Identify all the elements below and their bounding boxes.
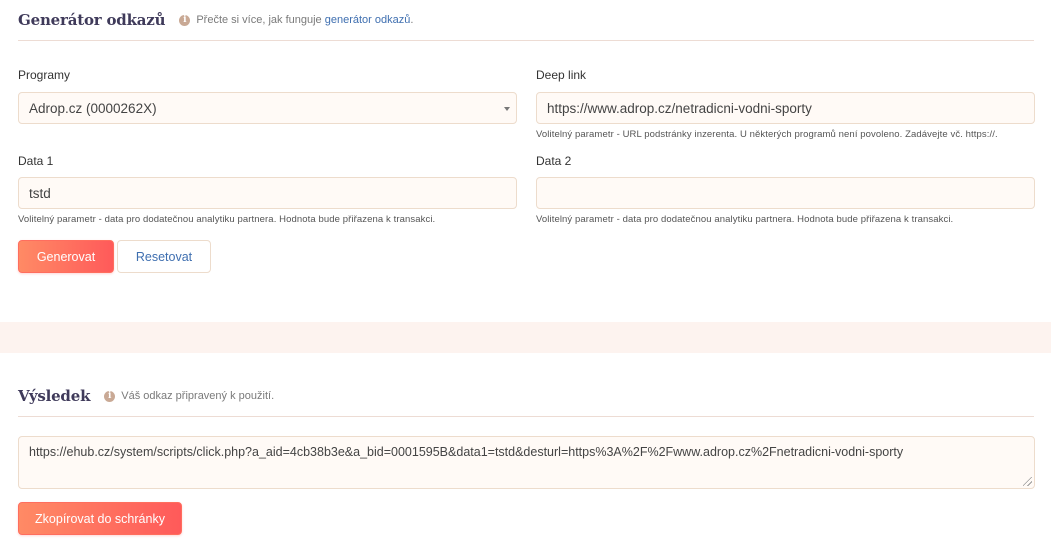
result-title: Výsledek (18, 387, 91, 405)
data1-value: tstd (29, 185, 51, 201)
data2-label: Data 2 (536, 154, 572, 168)
deep-link-label: Deep link (536, 68, 587, 82)
result-url-text: https://ehub.cz/system/scripts/click.php… (29, 445, 904, 459)
programs-select[interactable]: Adrop.cz (0000262X) (18, 92, 517, 124)
data1-label: Data 1 (18, 154, 54, 168)
generate-button[interactable]: Generovat (18, 240, 114, 273)
result-url-textarea[interactable]: https://ehub.cz/system/scripts/click.php… (18, 436, 1035, 489)
deep-link-value: https://www.adrop.cz/netradicni-vodni-sp… (547, 100, 812, 116)
link-generator-panel (0, 0, 1051, 322)
section-divider-band (0, 322, 1051, 353)
data2-input[interactable] (536, 177, 1035, 209)
info-icon: i (104, 390, 116, 402)
deep-link-help: Volitelný parametr - URL podstránky inze… (536, 129, 998, 140)
generator-header: Generátor odkazů i Přečte si více, jak f… (18, 0, 1034, 41)
programs-selected-value: Adrop.cz (0000262X) (29, 100, 157, 116)
generator-title: Generátor odkazů (18, 11, 166, 29)
resize-grip-icon[interactable] (1023, 477, 1032, 486)
reset-button[interactable]: Resetovat (117, 240, 211, 273)
chevron-down-icon (504, 107, 510, 111)
info-icon: i (179, 14, 191, 26)
programs-label: Programy (18, 68, 71, 82)
deep-link-input[interactable]: https://www.adrop.cz/netradicni-vodni-sp… (536, 92, 1035, 124)
data2-help: Volitelný parametr - data pro dodatečnou… (536, 214, 954, 225)
generator-help-link[interactable]: generátor odkazů (325, 14, 411, 26)
result-note: Váš odkaz připravený k použití. (121, 390, 275, 402)
data1-input[interactable]: tstd (18, 177, 517, 209)
data1-help: Volitelný parametr - data pro dodatečnou… (18, 214, 436, 225)
generator-note: Přečte si více, jak funguje generátor od… (196, 14, 413, 26)
result-header: Výsledek i Váš odkaz připravený k použit… (18, 376, 1034, 417)
generator-note-suffix: . (410, 14, 414, 26)
generator-note-prefix: Přečte si více, jak funguje (196, 14, 325, 26)
copy-to-clipboard-button[interactable]: Zkopírovat do schránky (18, 502, 182, 535)
